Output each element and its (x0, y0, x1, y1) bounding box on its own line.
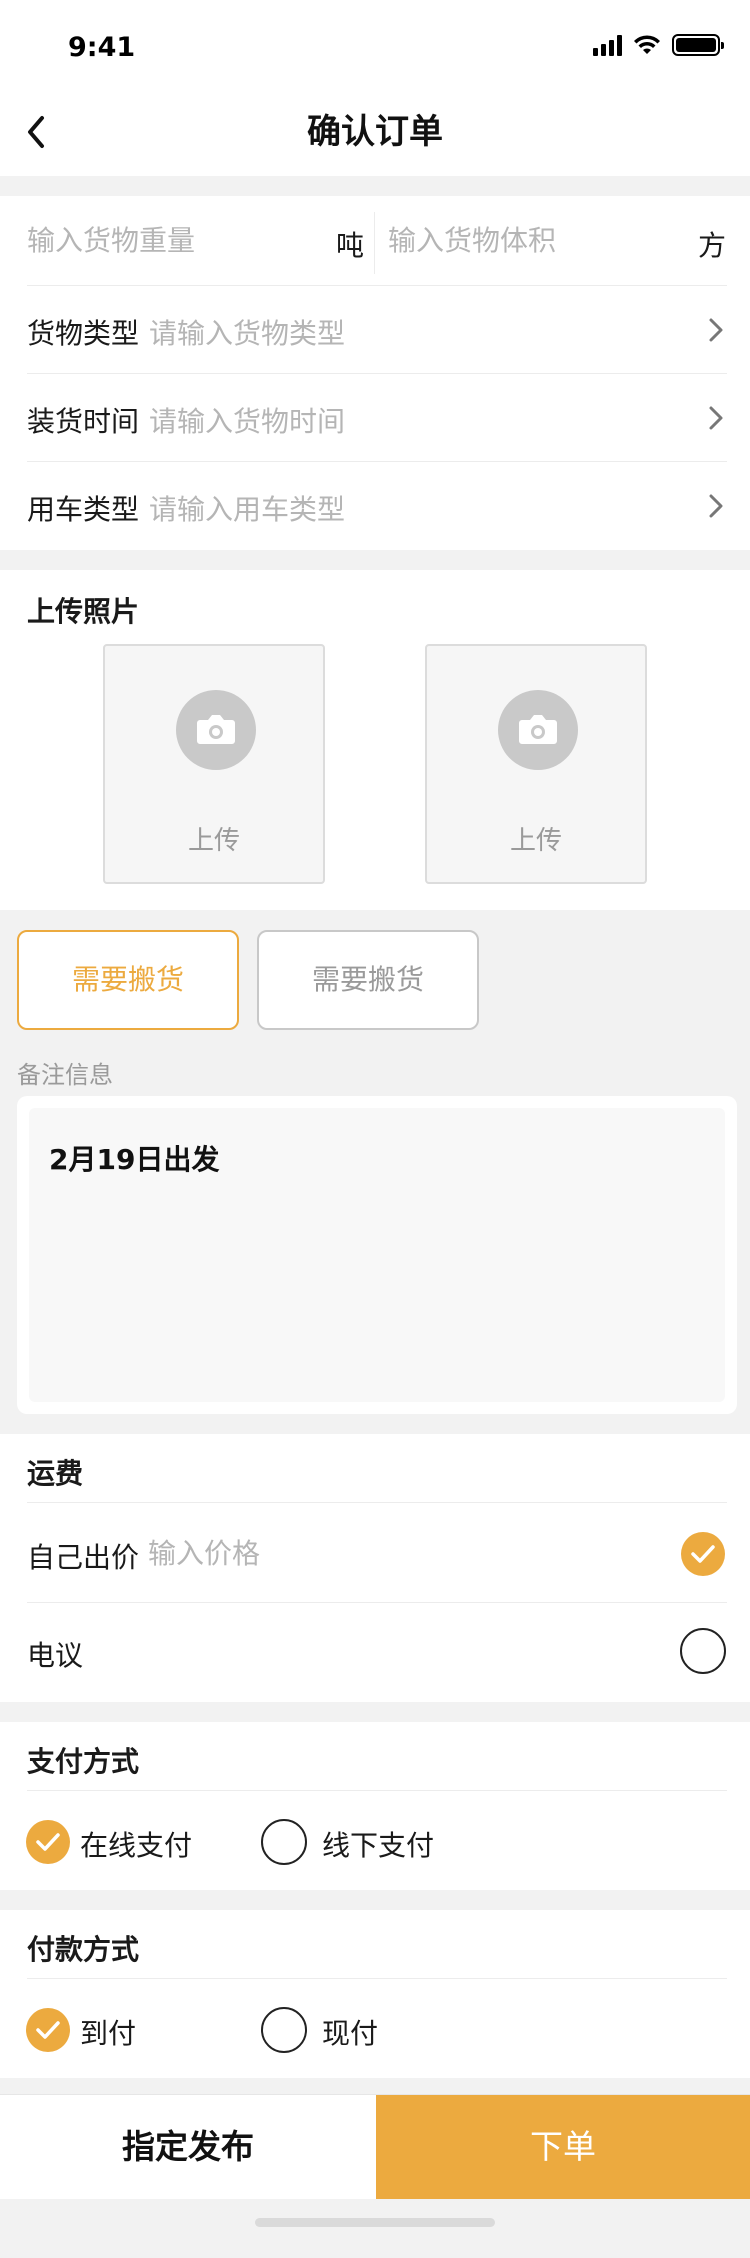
battery-icon (672, 34, 724, 56)
camera-icon (498, 690, 578, 770)
weight-input[interactable] (27, 220, 327, 260)
negotiable-radio[interactable] (680, 1628, 726, 1674)
freight-title: 运费 (27, 1457, 84, 1490)
volume-input[interactable] (388, 220, 678, 260)
field-divider (374, 212, 375, 274)
loading-time-label: 装货时间 (27, 405, 140, 438)
nav-bar: 确认订单 (0, 88, 750, 176)
vehicle-type-placeholder: 请输入用车类型 (149, 493, 346, 526)
cargo-type-label: 货物类型 (27, 317, 140, 350)
cellular-signal-icon (593, 34, 622, 56)
status-bar: 9:41 (0, 0, 750, 88)
cargo-type-row[interactable]: 货物类型 请输入货物类型 (27, 286, 727, 374)
loading-time-row[interactable]: 装货时间 请输入货物时间 (27, 374, 727, 462)
pay-on-delivery-radio[interactable] (26, 2008, 70, 2052)
remark-card: 2月19日出发 (17, 1096, 737, 1414)
payment-method-card: 支付方式 在线支付 线下支付 (0, 1722, 750, 1890)
self-price-radio[interactable] (681, 1532, 725, 1576)
upload-label: 上传 (187, 826, 240, 856)
remark-label: 备注信息 (17, 1061, 113, 1089)
home-indicator[interactable] (255, 2218, 495, 2227)
upload-label: 上传 (509, 826, 562, 856)
confirm-order-screen: 9:41 确认订单 吨 方 货物类型 请输入货物类型 (0, 0, 750, 2258)
weight-unit: 吨 (336, 229, 365, 262)
upload-photos-title: 上传照片 (27, 595, 140, 628)
payment-terms-card: 付款方式 到付 现付 (0, 1910, 750, 2078)
chevron-right-icon[interactable] (705, 315, 727, 345)
offline-payment-radio[interactable] (261, 1819, 307, 1865)
pay-now-label[interactable]: 现付 (322, 2012, 378, 2052)
place-order-button[interactable]: 下单 (376, 2095, 750, 2199)
pay-on-delivery-label[interactable]: 到付 (80, 2012, 136, 2052)
upload-photo-slot-2[interactable]: 上传 (425, 644, 647, 884)
self-price-label: 自己出价 (27, 1541, 140, 1574)
upload-photo-slot-1[interactable]: 上传 (103, 644, 325, 884)
online-payment-label[interactable]: 在线支付 (80, 1824, 192, 1864)
assign-publish-button[interactable]: 指定发布 (0, 2095, 376, 2199)
price-input[interactable] (148, 1534, 448, 1572)
chevron-right-icon[interactable] (705, 491, 727, 521)
payment-terms-title: 付款方式 (27, 1933, 140, 1966)
check-icon (691, 1545, 715, 1563)
wifi-icon (634, 35, 660, 54)
freight-card: 运费 自己出价 电议 (0, 1434, 750, 1702)
check-icon (36, 2021, 60, 2039)
vehicle-type-label: 用车类型 (27, 493, 140, 526)
online-payment-radio[interactable] (26, 1820, 70, 1864)
status-time: 9:41 (68, 32, 136, 63)
vehicle-type-row[interactable]: 用车类型 请输入用车类型 (27, 462, 727, 550)
need-moving-button-selected[interactable]: 需要搬货 (17, 930, 239, 1030)
loading-time-placeholder: 请输入货物时间 (149, 405, 346, 438)
status-icons (593, 32, 724, 58)
offline-payment-label[interactable]: 线下支付 (322, 1824, 434, 1864)
need-moving-button-unselected[interactable]: 需要搬货 (257, 930, 479, 1030)
upload-photos-card: 上传照片 上传 上传 (0, 570, 750, 910)
divider (27, 1790, 727, 1791)
divider (27, 1978, 727, 1979)
bottom-action-bar: 指定发布 下单 (0, 2094, 750, 2199)
chevron-right-icon[interactable] (705, 403, 727, 433)
negotiable-label: 电议 (27, 1639, 84, 1672)
remark-textarea[interactable]: 2月19日出发 (29, 1108, 725, 1402)
cargo-type-placeholder: 请输入货物类型 (149, 317, 346, 350)
check-icon (36, 1833, 60, 1851)
volume-unit: 方 (698, 229, 727, 262)
pay-now-radio[interactable] (261, 2007, 307, 2053)
divider (27, 1602, 727, 1603)
payment-method-title: 支付方式 (27, 1745, 140, 1778)
page-title: 确认订单 (307, 112, 443, 152)
divider (27, 1502, 727, 1503)
camera-icon (176, 690, 256, 770)
